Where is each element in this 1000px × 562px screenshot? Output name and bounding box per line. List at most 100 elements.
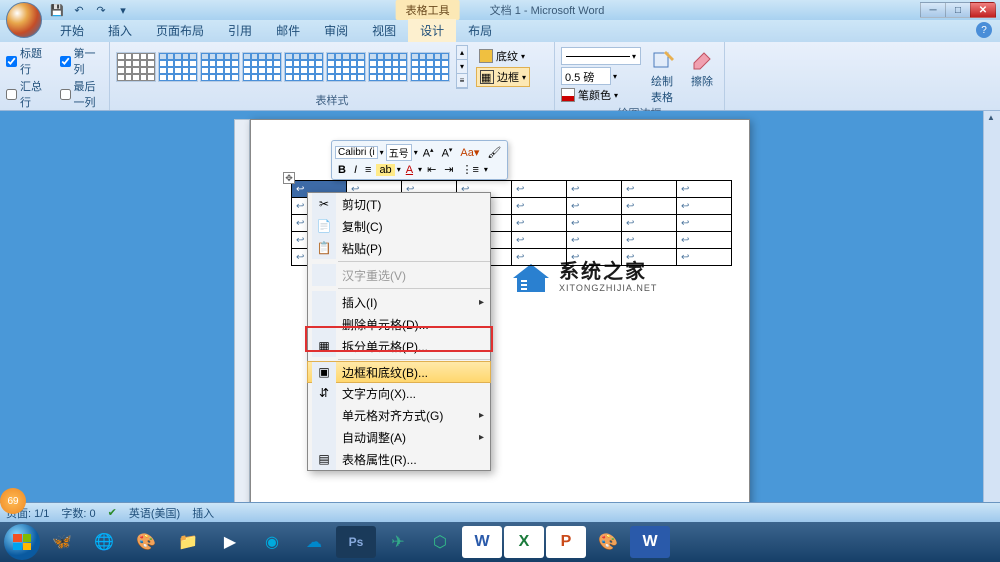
taskbar-paint[interactable]: 🎨 [588,526,628,558]
context-menu-item[interactable]: 自动调整(A) [308,426,490,448]
taskbar-excel[interactable]: X [504,526,544,558]
taskbar-app-2[interactable]: 🎨 [126,526,166,558]
table-cell[interactable]: ↩ [622,232,677,249]
table-cell[interactable]: ↩ [622,249,677,266]
table-move-handle[interactable]: ✥ [283,172,295,184]
table-cell[interactable]: ↩ [622,198,677,215]
office-button[interactable] [6,2,42,38]
table-style-thumb[interactable] [410,52,450,82]
table-style-thumb[interactable] [284,52,324,82]
font-color-icon[interactable]: A [403,164,416,176]
vertical-ruler[interactable] [234,119,250,539]
font-size-selector[interactable]: 五号 [386,144,412,161]
context-menu-item[interactable]: 删除单元格(D)... [308,313,490,335]
tab-insert[interactable]: 插入 [96,19,144,42]
redo-icon[interactable]: ↷ [92,1,110,19]
tab-mailings[interactable]: 邮件 [264,19,312,42]
tab-layout[interactable]: 布局 [456,19,504,42]
font-selector[interactable]: Calibri (i [335,146,378,159]
table-cell[interactable]: ↩ [567,249,622,266]
change-case-icon[interactable]: Aa▾ [457,146,482,159]
table-cell[interactable]: ↩ [622,181,677,198]
taskbar-app-1[interactable]: 🦋 [42,526,82,558]
table-cell[interactable]: ↩ [567,198,622,215]
table-style-thumb[interactable] [326,52,366,82]
draw-table-button[interactable]: 绘制表格 [647,47,680,105]
tab-home[interactable]: 开始 [48,19,96,42]
notification-badge[interactable]: 69 [0,488,26,514]
table-cell[interactable]: ↩ [512,249,567,266]
context-menu-item[interactable]: 📄复制(C) [308,215,490,237]
table-style-thumb[interactable] [242,52,282,82]
help-icon[interactable]: ? [976,22,992,38]
italic-icon[interactable]: I [351,164,360,176]
shrink-font-icon[interactable]: A▾ [439,146,456,160]
shading-button[interactable]: 底纹▾ [476,47,530,65]
proofing-icon[interactable]: ✔ [108,506,117,519]
table-style-thumb[interactable] [158,52,198,82]
table-cell[interactable]: ↩ [567,181,622,198]
tab-design[interactable]: 设计 [408,19,456,42]
table-style-thumb[interactable] [116,52,156,82]
border-line-style[interactable]: ▾ [561,47,641,65]
table-cell[interactable]: ↩ [677,181,732,198]
undo-icon[interactable]: ↶ [70,1,88,19]
context-menu-item[interactable]: 插入(I) [308,291,490,313]
table-cell[interactable]: ↩ [512,181,567,198]
taskbar-ps[interactable]: Ps [336,526,376,558]
highlight-icon[interactable]: ab [376,164,394,176]
minimize-button[interactable]: ─ [920,2,946,18]
table-cell[interactable]: ↩ [512,198,567,215]
context-menu-item[interactable]: ⇵文字方向(X)... [308,382,490,404]
table-cell[interactable]: ↩ [677,215,732,232]
grow-font-icon[interactable]: A▴ [420,146,437,160]
style-option-第一列[interactable]: 第一列 [60,45,104,77]
tab-view[interactable]: 视图 [360,19,408,42]
taskbar-cloud[interactable]: ☁ [294,526,334,558]
context-menu-item[interactable]: 单元格对齐方式(G) [308,404,490,426]
maximize-button[interactable]: □ [945,2,971,18]
borders-button[interactable]: ▦边框▾ [476,67,530,87]
table-cell[interactable]: ↩ [677,232,732,249]
taskbar-explorer[interactable]: 📁 [168,526,208,558]
taskbar-media[interactable]: ▶ [210,526,250,558]
close-button[interactable]: ✕ [970,2,996,18]
table-cell[interactable]: ↩ [567,215,622,232]
decrease-indent-icon[interactable]: ⇤ [424,163,439,176]
table-cell[interactable]: ↩ [677,198,732,215]
context-menu-item[interactable]: ▣边框和底纹(B)... [307,361,491,383]
tab-page-layout[interactable]: 页面布局 [144,19,216,42]
taskbar-ie[interactable]: 🌐 [84,526,124,558]
table-cell[interactable]: ↩ [677,249,732,266]
status-mode[interactable]: 插入 [192,505,214,521]
table-cell[interactable]: ↩ [512,232,567,249]
taskbar-powerpoint[interactable]: P [546,526,586,558]
table-cell[interactable]: ↩ [622,215,677,232]
context-menu-item[interactable]: ▦拆分单元格(P)... [308,335,490,357]
table-style-thumb[interactable] [200,52,240,82]
bold-icon[interactable]: B [335,164,349,176]
taskbar-word[interactable]: W [462,526,502,558]
context-menu-item[interactable]: 📋粘贴(P) [308,237,490,259]
border-width[interactable]: 0.5 磅 [561,67,611,85]
increase-indent-icon[interactable]: ⇥ [441,163,456,176]
taskbar-app-3[interactable]: ◉ [252,526,292,558]
gallery-scroll[interactable]: ▴▾≡ [456,45,468,89]
status-words[interactable]: 字数: 0 [61,505,95,521]
table-style-gallery[interactable] [116,52,450,82]
format-painter-icon[interactable]: 🖌 [484,146,504,159]
taskbar-app-4[interactable]: ✈ [378,526,418,558]
bullets-icon[interactable]: ⋮≡ [459,163,482,176]
tab-references[interactable]: 引用 [216,19,264,42]
status-language[interactable]: 英语(美国) [129,505,180,521]
style-option-汇总行[interactable]: 汇总行 [6,78,50,110]
save-icon[interactable]: 💾 [48,1,66,19]
table-style-thumb[interactable] [368,52,408,82]
taskbar-app-5[interactable]: ⬡ [420,526,460,558]
context-menu-item[interactable]: ▤表格属性(R)... [308,448,490,470]
document-page[interactable]: Calibri (i▾ 五号▾ A▴ A▾ Aa▾ 🖌 B I ≡ ab▾ A▾… [250,119,750,539]
context-menu-item[interactable]: ✂剪切(T) [308,193,490,215]
table-cell[interactable]: ↩ [512,215,567,232]
style-option-最后一列[interactable]: 最后一列 [60,78,104,110]
vertical-scrollbar[interactable] [983,111,1000,522]
